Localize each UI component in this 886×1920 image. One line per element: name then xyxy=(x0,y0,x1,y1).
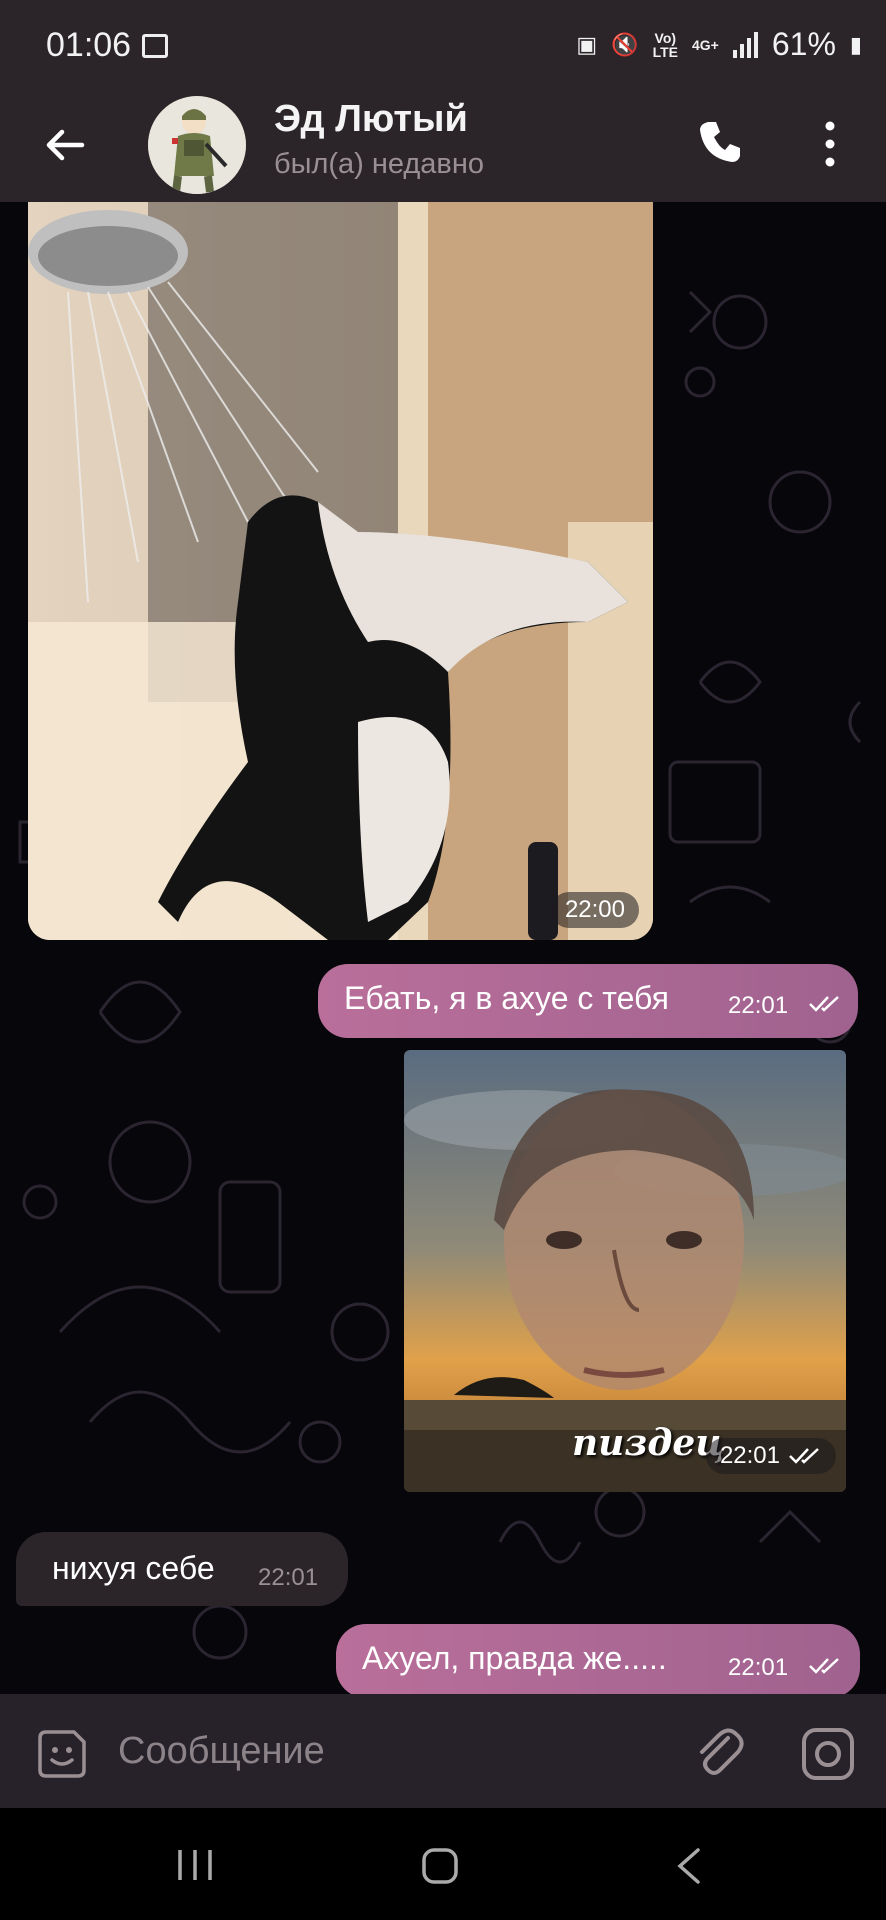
signal-icon xyxy=(732,31,758,58)
photo-caption: пиздец xyxy=(572,1422,725,1464)
home-icon[interactable] xyxy=(420,1846,460,1886)
outgoing-message[interactable]: Ебать, я в ахуе с тебя 22:01 xyxy=(318,964,858,1038)
outgoing-photo-message[interactable]: пиздец 22:01 xyxy=(404,1050,846,1492)
more-vert-icon[interactable] xyxy=(818,118,842,170)
contact-name[interactable]: Эд Лютый xyxy=(274,98,468,141)
sim-icon: ▣ xyxy=(576,31,598,57)
message-text: Ебать, я в ахуе с тебя xyxy=(344,980,669,1016)
network-type: 4G+ xyxy=(691,36,719,53)
sticker-icon[interactable] xyxy=(36,1728,88,1780)
chat-header: Эд Лютый был(а) недавно xyxy=(0,96,886,202)
double-check-icon xyxy=(809,996,839,1012)
contact-status: был(а) недавно xyxy=(274,148,484,180)
avatar[interactable] xyxy=(148,96,246,194)
message-time: 22:01 xyxy=(728,1654,789,1681)
incoming-message[interactable]: нихуя себе 22:01 xyxy=(16,1532,348,1606)
battery-percent: 61% xyxy=(771,26,836,62)
volte-indicator: Vo) LTE xyxy=(652,29,678,60)
nav-back-icon[interactable] xyxy=(674,1846,704,1886)
status-bar: 01:06 ▣ 🔇 Vo) LTE 4G+ 61% ▮ xyxy=(0,0,886,96)
message-text: нихуя себе xyxy=(52,1550,215,1586)
system-nav-bar xyxy=(0,1808,886,1920)
status-time: 01:06 xyxy=(46,26,132,64)
outgoing-message[interactable]: Ахуел, правда же..... 22:01 xyxy=(336,1624,860,1694)
chat-area[interactable]: 22:00 Ебать, я в ахуе с тебя 22:01 пизде… xyxy=(0,202,886,1694)
message-input[interactable] xyxy=(116,1720,680,1782)
message-time: 22:00 xyxy=(550,892,639,928)
paperclip-icon[interactable] xyxy=(692,1724,748,1780)
gallery-notification-icon xyxy=(142,34,168,58)
double-check-icon xyxy=(809,1658,839,1674)
message-text: Ахуел, правда же..... xyxy=(362,1640,667,1676)
mute-icon: 🔇 xyxy=(611,31,639,57)
message-time: 22:01 xyxy=(728,992,789,1019)
back-arrow-icon[interactable] xyxy=(40,120,90,170)
message-time: 22:01 xyxy=(719,1442,780,1469)
double-check-icon xyxy=(789,1448,819,1464)
message-time: 22:01 xyxy=(258,1564,319,1591)
status-icons: ▣ 🔇 Vo) LTE 4G+ 61% ▮ xyxy=(576,26,862,63)
message-time-pill: 22:01 xyxy=(705,1438,836,1474)
recent-apps-icon[interactable] xyxy=(176,1846,214,1884)
camera-icon[interactable] xyxy=(800,1726,856,1782)
phone-icon[interactable] xyxy=(694,116,746,168)
battery-icon: ▮ xyxy=(849,31,862,57)
incoming-photo-message[interactable]: 22:00 xyxy=(28,202,653,940)
message-input-bar xyxy=(0,1694,886,1808)
